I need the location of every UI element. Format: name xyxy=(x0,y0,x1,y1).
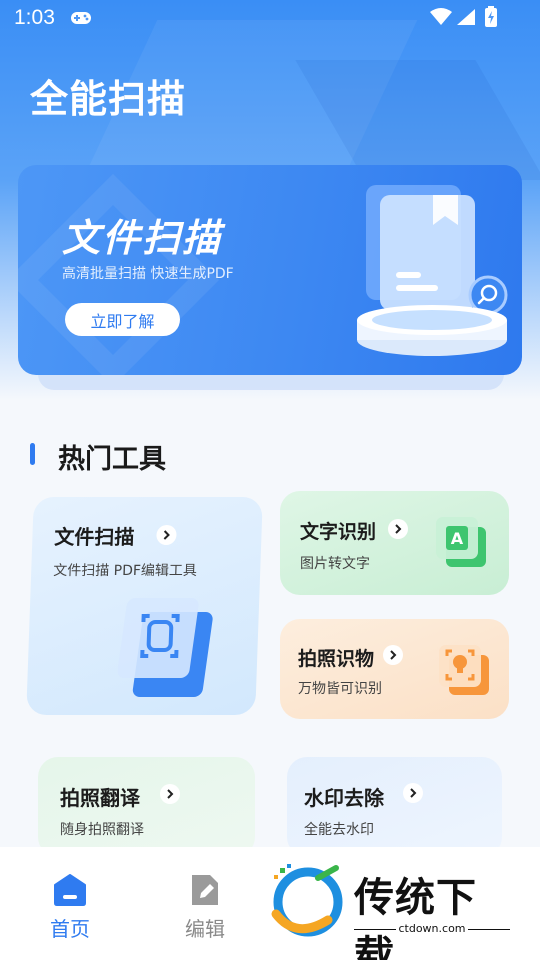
tool-card-file-scan[interactable]: 文件扫描 文件扫描 PDF编辑工具 xyxy=(26,497,263,715)
wifi-icon xyxy=(430,8,452,25)
watermark-logo: 传统下载 ctdown.com xyxy=(266,862,516,960)
chevron-right-icon[interactable] xyxy=(403,783,423,803)
watermark-divider xyxy=(468,929,510,930)
tool-title: 拍照识物 xyxy=(298,648,375,670)
battery-icon xyxy=(485,6,497,27)
status-bar: 1:03 xyxy=(0,0,540,36)
tool-title: 拍照翻译 xyxy=(60,786,140,810)
tool-title: 文件扫描 xyxy=(53,525,135,549)
signal-icon xyxy=(457,9,475,25)
tool-card-photo-identify[interactable]: 拍照识物 万物皆可识别 xyxy=(280,619,509,719)
scan-frame-icon xyxy=(117,598,213,697)
banner-subtitle: 高清批量扫描 快速生成PDF xyxy=(62,266,234,282)
edit-icon xyxy=(192,875,218,905)
tool-title: 水印去除 xyxy=(304,786,384,810)
nav-item-edit[interactable]: 编辑 xyxy=(175,867,235,947)
tool-subtitle: 文件扫描 PDF编辑工具 xyxy=(52,563,198,579)
chevron-right-icon[interactable] xyxy=(383,645,403,665)
nav-label-home: 首页 xyxy=(50,917,90,941)
tool-card-photo-translate[interactable]: 拍照翻译 随身拍照翻译 xyxy=(38,757,255,857)
banner-title: 文件扫描 xyxy=(62,216,223,260)
document-scan-illustration xyxy=(357,185,508,356)
tool-subtitle: 万物皆可识别 xyxy=(298,681,382,697)
gamepad-icon xyxy=(71,12,91,24)
section-accent-bar xyxy=(30,443,35,465)
text-recognition-icon: A xyxy=(436,517,486,567)
learn-more-button[interactable]: 立即了解 xyxy=(65,303,180,336)
tool-card-text-recognition[interactable]: 文字识别 图片转文字 A xyxy=(280,491,509,595)
home-icon xyxy=(54,874,86,906)
tool-subtitle: 随身拍照翻译 xyxy=(60,822,144,838)
tool-card-watermark-removal[interactable]: 水印去除 全能去水印 xyxy=(287,757,502,857)
status-time: 1:03 xyxy=(14,6,55,29)
tool-subtitle: 全能去水印 xyxy=(304,822,374,838)
watermark-text: 传统下载 xyxy=(354,875,477,960)
chevron-right-icon[interactable] xyxy=(160,784,180,804)
scan-banner[interactable]: 文件扫描 高清批量扫描 快速生成PDF 立即了解 xyxy=(18,165,522,375)
nav-item-home[interactable]: 首页 xyxy=(40,867,100,947)
svg-text:A: A xyxy=(451,529,464,548)
tool-subtitle: 图片转文字 xyxy=(300,556,370,572)
lightbulb-icon xyxy=(439,645,489,695)
chevron-right-icon[interactable] xyxy=(388,519,408,539)
app-title: 全能扫描 xyxy=(30,77,187,121)
watermark-emblem xyxy=(271,864,343,937)
section-title: 热门工具 xyxy=(58,444,166,475)
tool-title: 文字识别 xyxy=(300,521,377,543)
nav-label-edit: 编辑 xyxy=(185,917,225,941)
chevron-right-icon[interactable] xyxy=(156,525,177,545)
